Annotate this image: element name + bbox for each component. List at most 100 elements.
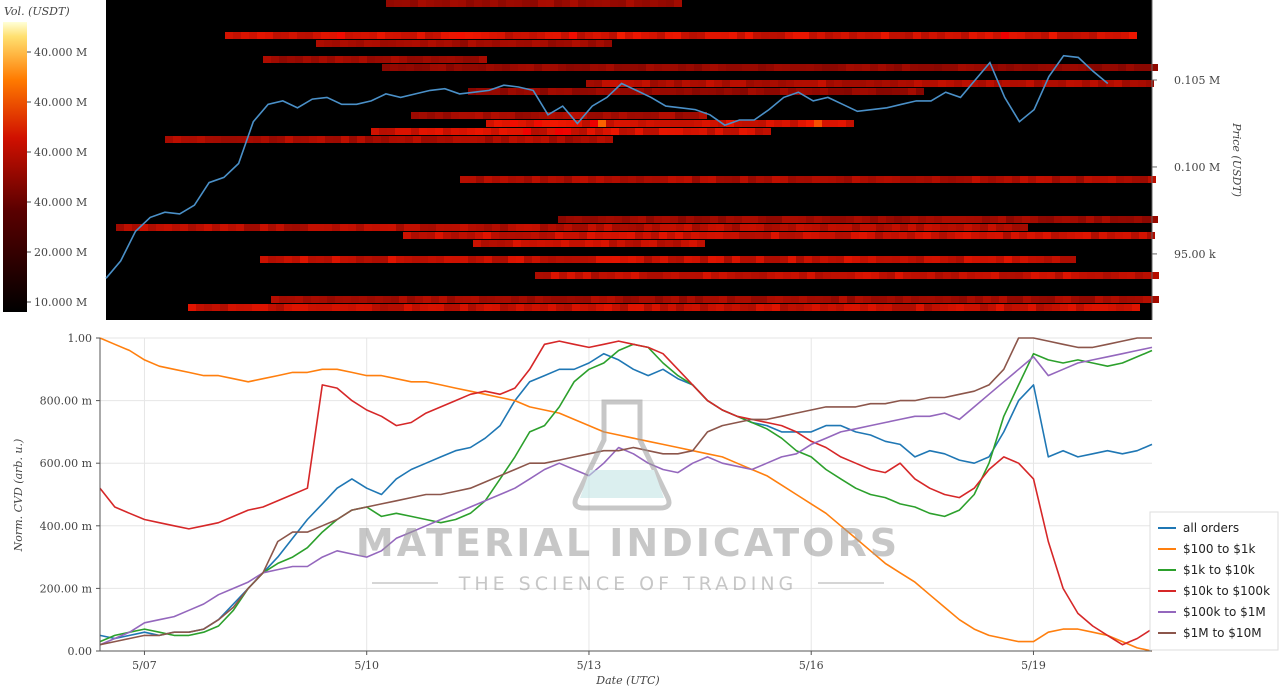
heatmap-cell: [985, 32, 993, 39]
heatmap-cell: [542, 64, 550, 71]
heatmap-cell: [459, 112, 467, 119]
heatmap-cell: [815, 272, 823, 279]
heatmap-cell: [271, 56, 279, 63]
heatmap-cell: [1011, 232, 1019, 239]
heatmap-cell: [252, 224, 260, 231]
heatmap-cell: [852, 176, 860, 183]
heatmap-cell: [603, 232, 611, 239]
heatmap-cell: [724, 176, 732, 183]
heatmap-cell: [983, 272, 991, 279]
heatmap-cell: [375, 296, 383, 303]
heatmap-cell: [603, 128, 611, 135]
heatmap-cell: [607, 272, 615, 279]
heatmap-cell: [1052, 176, 1060, 183]
heatmap-cell: [940, 256, 948, 263]
heatmap-cell: [708, 256, 716, 263]
heatmap-cell: [739, 128, 747, 135]
heatmap-cell: [758, 64, 766, 71]
heatmap-cell: [423, 296, 431, 303]
heatmap-cell: [887, 272, 895, 279]
heatmap-cell: [1070, 64, 1078, 71]
heatmap-cell: [764, 176, 772, 183]
heatmap-cell: [1006, 64, 1014, 71]
heatmap-cell: [340, 304, 348, 311]
heatmap-cell: [396, 256, 404, 263]
heatmap-cell: [292, 256, 300, 263]
heatmap-cell: [836, 256, 844, 263]
heatmap-cell: [860, 176, 868, 183]
heatmap-cell: [534, 64, 542, 71]
heatmap-cell: [359, 56, 367, 63]
heatmap-cell: [1059, 232, 1067, 239]
heatmap-cell: [780, 256, 788, 263]
heatmap-cell: [740, 224, 748, 231]
heatmap-cell: [1124, 304, 1132, 311]
heatmap-cell: [692, 256, 700, 263]
heatmap-cell: [445, 136, 453, 143]
heatmap-cell: [689, 240, 697, 247]
heatmap-cell: [790, 120, 798, 127]
heatmap-cell: [473, 32, 481, 39]
heatmap-cell: [620, 88, 628, 95]
heatmap-cell: [327, 296, 335, 303]
heatmap-cell: [197, 136, 205, 143]
heatmap-cell: [620, 224, 628, 231]
heatmap-cell: [1142, 64, 1150, 71]
heatmap-cell: [535, 272, 543, 279]
heatmap-cell: [467, 112, 475, 119]
heatmap-cell: [652, 304, 660, 311]
heatmap-cell: [531, 128, 539, 135]
heatmap-cell: [900, 224, 908, 231]
heatmap-cell: [1038, 64, 1046, 71]
heatmap-cell: [846, 120, 854, 127]
heatmap-cell: [980, 176, 988, 183]
heatmap-cell: [682, 80, 690, 87]
heatmap-cell: [668, 176, 676, 183]
heatmap-cell: [469, 136, 477, 143]
heatmap-cell: [790, 216, 798, 223]
colorbar-tick-label: 40.000 M: [34, 96, 87, 109]
heatmap-cell: [497, 32, 505, 39]
heatmap-cell: [116, 224, 124, 231]
heatmap-cell: [578, 0, 586, 7]
heatmap-cell: [825, 32, 833, 39]
colorbar-tick-label: 20.000 M: [34, 246, 87, 259]
heatmap-cell: [596, 40, 604, 47]
heatmap-cell: [204, 224, 212, 231]
heatmap-cell: [1036, 256, 1044, 263]
cvd-y-tick-label: 600.00 m: [40, 457, 93, 470]
heatmap-cell: [617, 32, 625, 39]
heatmap-cell: [539, 232, 547, 239]
heatmap-cell: [774, 64, 782, 71]
heatmap-cell: [666, 80, 674, 87]
heatmap-cell: [444, 224, 452, 231]
heatmap-cell: [654, 120, 662, 127]
heatmap-cell: [652, 256, 660, 263]
heatmap-cell: [767, 296, 775, 303]
heatmap-cell: [351, 296, 359, 303]
heatmap-cell: [1022, 64, 1030, 71]
heatmap-cell: [788, 256, 796, 263]
heatmap-cell: [332, 256, 340, 263]
heatmap-cell: [532, 304, 540, 311]
heatmap-cell: [980, 304, 988, 311]
heatmap-cell: [611, 232, 619, 239]
heatmap-cell: [972, 224, 980, 231]
heatmap-cell: [650, 0, 658, 7]
heatmap-cell: [1090, 80, 1098, 87]
heatmap-cell: [545, 240, 553, 247]
heatmap-cell: [723, 232, 731, 239]
heatmap-cell: [683, 128, 691, 135]
heatmap-cell: [579, 128, 587, 135]
heatmap-cell: [364, 256, 372, 263]
heatmap-cell: [679, 296, 687, 303]
heatmap-cell: [903, 296, 911, 303]
heatmap-cell: [631, 296, 639, 303]
heatmap-cell: [493, 136, 501, 143]
heatmap-cell: [1006, 216, 1014, 223]
heatmap-cell: [1139, 232, 1147, 239]
heatmap-cell: [934, 216, 942, 223]
heatmap-cell: [1118, 64, 1126, 71]
heatmap-cell: [281, 32, 289, 39]
heatmap-cell: [553, 32, 561, 39]
